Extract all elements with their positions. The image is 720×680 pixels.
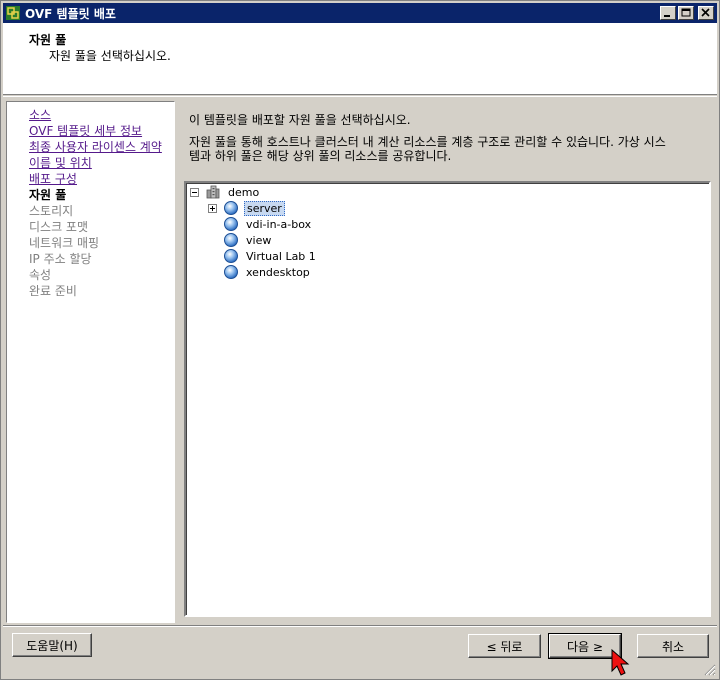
wizard-header: 자원 풀 자원 풀을 선택하십시오. (3, 23, 717, 95)
tree-node-vdi-in-a-box[interactable]: vdi-in-a-box (224, 216, 313, 232)
title-bar[interactable]: OVF 템플릿 배포 (3, 3, 717, 23)
help-button[interactable]: 도움말(H) (12, 633, 92, 657)
step-subtitle: 자원 풀을 선택하십시오. (49, 49, 171, 63)
tree-node-label: demo (228, 185, 260, 199)
nav-step-name-location[interactable]: 이름 및 위치 (29, 154, 92, 171)
nav-step-network-mapping: 네트워크 매핑 (29, 236, 100, 250)
window-title: OVF 템플릿 배포 (25, 6, 116, 21)
tree-node-label: server (244, 200, 285, 216)
tree-node-virtual-lab-1[interactable]: Virtual Lab 1 (224, 248, 318, 264)
tree-node-demo[interactable]: demo (206, 184, 261, 200)
resource-pool-tree[interactable]: demo server vdi-in-a-box view Virtual La… (184, 181, 711, 617)
collapse-toggle-demo[interactable] (190, 188, 199, 197)
tree-node-label: view (246, 233, 272, 247)
nav-step-ready: 완료 준비 (29, 284, 77, 298)
nav-step-ovf-details[interactable]: OVF 템플릿 세부 정보 (29, 122, 142, 139)
tree-node-label: xendesktop (246, 265, 310, 279)
minimize-button[interactable] (660, 6, 676, 20)
cancel-button[interactable]: 취소 (637, 634, 709, 658)
resource-pool-icon (224, 233, 238, 247)
nav-step-resource-pool: 자원 풀 (29, 188, 67, 202)
datacenter-icon (206, 185, 220, 199)
back-button[interactable]: ≤ 뒤로 (468, 634, 541, 658)
nav-step-properties: 속성 (29, 268, 52, 282)
deploy-ovf-window: OVF 템플릿 배포 자원 풀 자원 풀을 선택하십시오. 소스 OVF 템플릿… (0, 0, 720, 680)
nav-step-ip-allocation: IP 주소 할당 (29, 252, 92, 266)
description-text: 자원 풀을 통해 호스트나 클러스터 내 계산 리소스를 계층 구조로 관리할 … (189, 135, 709, 163)
tree-node-xendesktop[interactable]: xendesktop (224, 264, 312, 280)
close-icon (701, 8, 710, 17)
description-line-2: 템과 하위 풀은 해당 상위 풀의 리소스를 공유합니다. (189, 149, 452, 163)
tree-node-label: vdi-in-a-box (246, 217, 312, 231)
nav-step-source[interactable]: 소스 (29, 106, 51, 123)
intro-text: 이 템플릿을 배포할 자원 풀을 선택하십시오. (189, 113, 411, 127)
nav-step-eula[interactable]: 최종 사용자 라이센스 계약 (29, 138, 162, 155)
resource-pool-icon (224, 265, 238, 279)
resource-pool-icon (224, 217, 238, 231)
minimize-icon (664, 15, 670, 17)
mouse-cursor-icon (611, 649, 630, 676)
vsphere-logo-icon (6, 6, 20, 20)
nav-step-deployment-config[interactable]: 배포 구성 (29, 170, 77, 187)
wizard-content: 이 템플릿을 배포할 자원 풀을 선택하십시오. 자원 풀을 통해 호스트나 클… (178, 101, 714, 623)
tree-node-view[interactable]: view (224, 232, 273, 248)
description-line-1: 자원 풀을 통해 호스트나 클러스터 내 계산 리소스를 계층 구조로 관리할 … (189, 135, 666, 149)
maximize-icon (681, 8, 691, 17)
maximize-button[interactable] (678, 6, 694, 20)
resize-grip-icon[interactable] (704, 664, 716, 676)
wizard-steps-nav: 소스 OVF 템플릿 세부 정보 최종 사용자 라이센스 계약 이름 및 위치 … (6, 101, 175, 623)
footer-divider-highlight (3, 626, 717, 627)
resource-pool-icon (224, 201, 238, 215)
header-divider (3, 96, 717, 97)
tree-node-server[interactable]: server (224, 200, 285, 216)
nav-step-disk-format: 디스크 포맷 (29, 220, 89, 234)
nav-step-storage: 스토리지 (29, 204, 74, 218)
expand-toggle-server[interactable] (208, 204, 217, 213)
resource-pool-icon (224, 249, 238, 263)
step-title: 자원 풀 (29, 33, 67, 47)
close-button[interactable] (698, 6, 714, 20)
tree-node-label: Virtual Lab 1 (246, 249, 316, 263)
